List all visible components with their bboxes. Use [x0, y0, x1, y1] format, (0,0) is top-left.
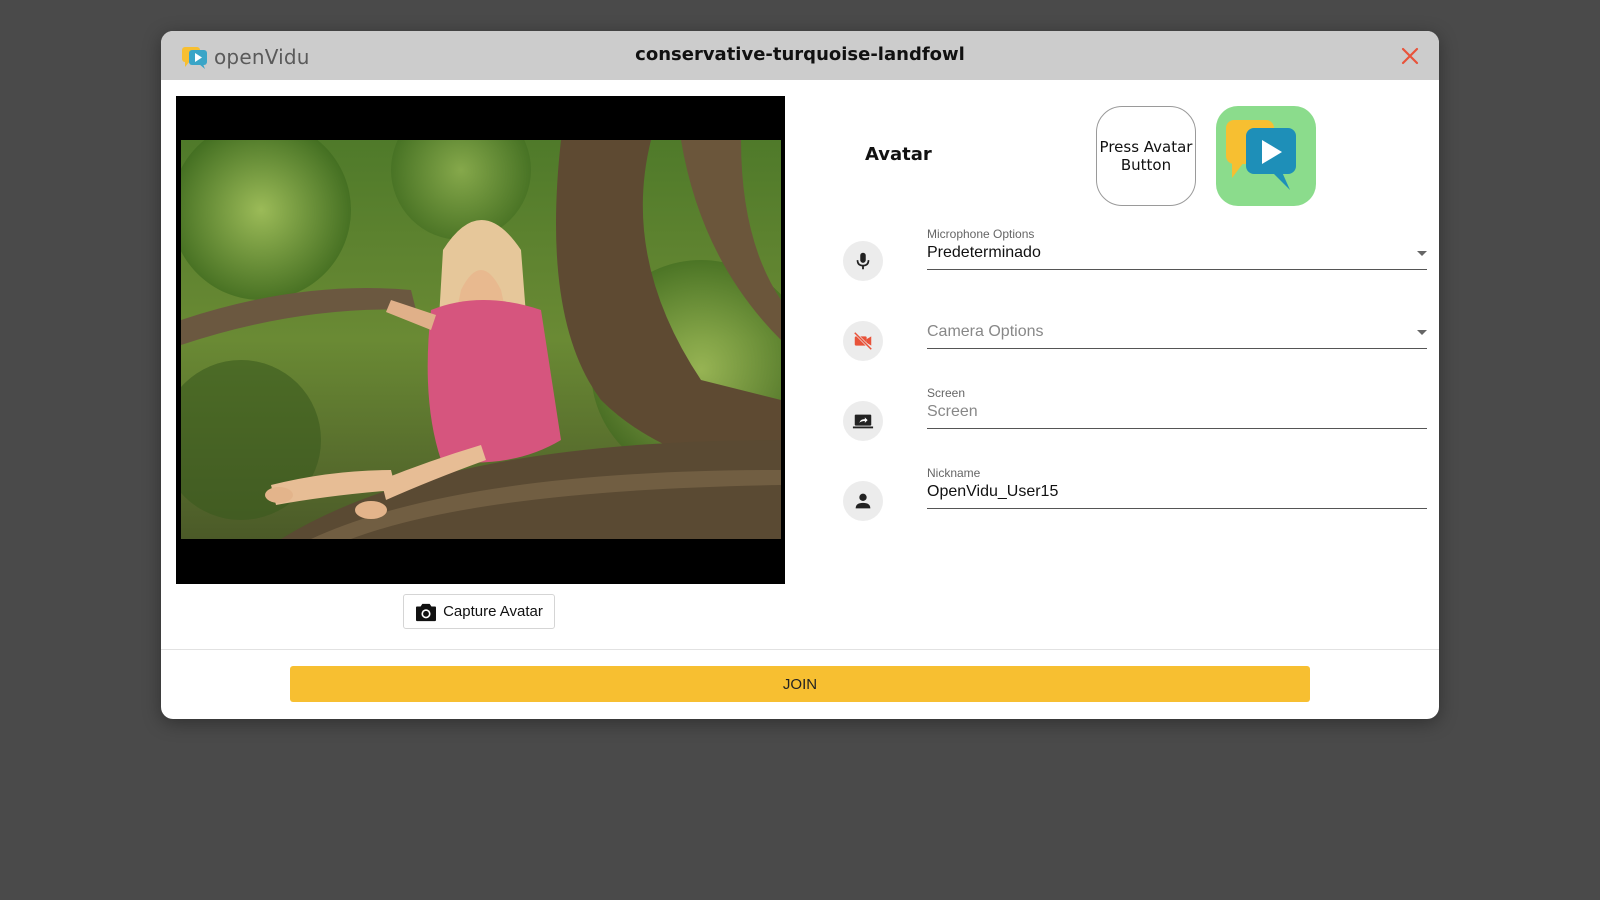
nickname-underline: [927, 508, 1427, 509]
capture-avatar-button[interactable]: Capture Avatar: [403, 594, 555, 629]
session-title: conservative-turquoise-landfowl: [635, 44, 965, 65]
press-avatar-label: Press Avatar Button: [1099, 138, 1193, 174]
camera-icon: [416, 603, 437, 621]
camera-preview: [176, 96, 785, 584]
screen-share-icon: [852, 414, 874, 429]
microphone-label: Microphone Options: [927, 227, 1035, 241]
capture-avatar-label: Capture Avatar: [443, 603, 543, 620]
nickname-value[interactable]: OpenVidu_User15: [927, 483, 1058, 501]
screen-placeholder: Screen: [927, 403, 978, 420]
footer-divider: [161, 649, 1439, 650]
camera-toggle-button[interactable]: [843, 321, 883, 361]
chevron-down-icon: [1417, 330, 1427, 335]
nickname-label: Nickname: [927, 466, 981, 480]
dialog-header: openVidu conservative-turquoise-landfowl: [161, 31, 1439, 80]
camera-underline: [927, 348, 1427, 349]
screen-underline: [927, 428, 1427, 429]
nickname-field[interactable]: Nickname OpenVidu_User15: [927, 466, 1427, 514]
avatar-label: Avatar: [865, 144, 932, 165]
microphone-select[interactable]: Microphone Options Predeterminado: [927, 227, 1427, 275]
microphone-underline: [927, 269, 1427, 270]
nickname-icon-button: [843, 481, 883, 521]
join-button[interactable]: JOIN: [290, 666, 1310, 702]
mic-button[interactable]: [843, 241, 883, 281]
screen-field[interactable]: Screen Screen: [927, 386, 1427, 434]
mic-icon: [856, 252, 870, 270]
person-icon: [855, 493, 871, 509]
avatar-image: [1216, 106, 1316, 206]
close-icon[interactable]: [1399, 45, 1421, 67]
press-avatar-button[interactable]: Press Avatar Button: [1096, 106, 1196, 206]
openvidu-avatar-icon: [1226, 120, 1296, 190]
microphone-value: Predeterminado: [927, 244, 1041, 261]
screen-label: Screen: [927, 386, 966, 400]
screen-share-button[interactable]: [843, 401, 883, 441]
chevron-down-icon: [1417, 251, 1427, 256]
camera-placeholder: Camera Options: [927, 323, 1044, 340]
preview-image: [181, 140, 781, 539]
join-dialog: openVidu conservative-turquoise-landfowl: [161, 31, 1439, 719]
camera-select[interactable]: Camera Options: [927, 306, 1427, 354]
videocam-off-icon: [853, 331, 873, 351]
